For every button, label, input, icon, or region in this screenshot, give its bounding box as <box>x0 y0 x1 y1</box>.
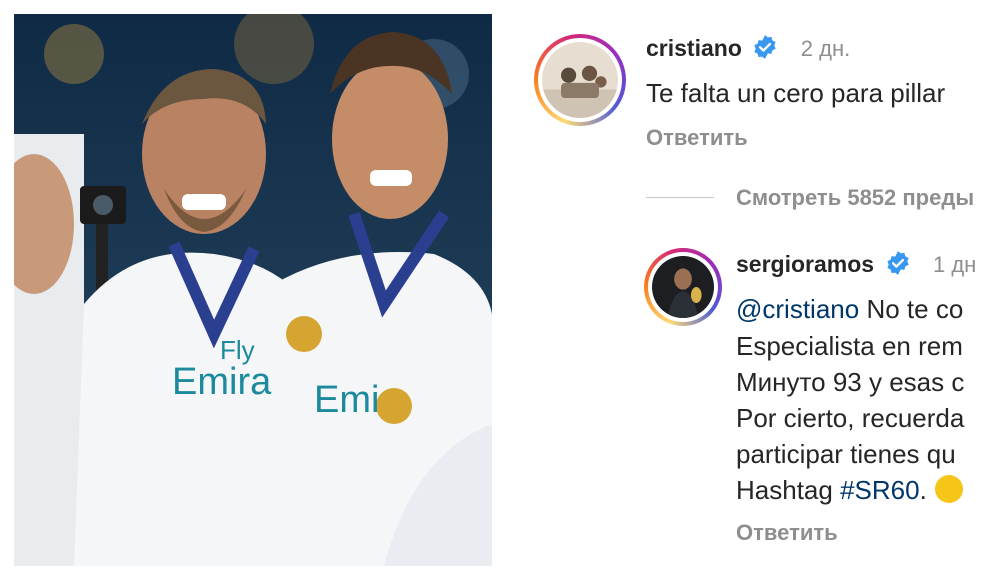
comment-text: Te falta un cero para pillar <box>646 78 946 108</box>
wink-emoji-icon <box>934 475 963 503</box>
replies-divider <box>646 197 714 198</box>
post-photo-illustration: Emira Emi Fly <box>14 14 492 566</box>
reply-button[interactable]: Ответить <box>736 520 838 546</box>
avatar-cristiano[interactable] <box>534 34 626 126</box>
view-replies-button[interactable]: Смотреть 5852 преды <box>736 185 974 211</box>
reply-line-3: Минуто 93 y esas c <box>736 367 965 397</box>
reply-line-6: Hashtag #SR60. <box>736 475 963 506</box>
hashtag-link[interactable]: #SR60 <box>840 475 920 505</box>
reply-line-1-text: No te co <box>866 294 964 324</box>
reply-button[interactable]: Ответить <box>646 125 748 151</box>
jersey-text-fly: Fly <box>220 335 255 365</box>
reply-line-5: participar tienes qu <box>736 439 956 469</box>
reply-line-6-prefix: Hashtag <box>736 475 841 505</box>
reply-time: 1 дн <box>932 252 977 277</box>
comment-time: 2 дн. <box>800 36 851 61</box>
comment-username[interactable]: cristiano <box>646 35 742 61</box>
jersey-text-left: Emira <box>172 361 272 403</box>
reply-line-1: @cristiano No te co <box>736 294 963 325</box>
reply-line-6-suffix: . <box>919 475 927 505</box>
avatar-cristiano-image <box>542 42 618 118</box>
mention-link[interactable]: @cristiano <box>736 294 859 324</box>
comments-panel: cristiano 2 дн. Te falta un cero para pi… <box>532 0 1000 580</box>
verified-badge-icon <box>885 250 911 281</box>
jersey-text-right: Emi <box>314 379 379 421</box>
post-photo[interactable]: Emira Emi Fly <box>14 14 492 566</box>
reply-username[interactable]: sergioramos <box>736 251 874 277</box>
avatar-sergioramos[interactable] <box>644 248 722 326</box>
reply-line-4: Por cierto, recuerda <box>736 403 965 433</box>
verified-badge-icon <box>752 34 778 65</box>
avatar-sergioramos-image <box>652 256 714 318</box>
reply-line-2: Especialista en rem <box>736 331 963 361</box>
